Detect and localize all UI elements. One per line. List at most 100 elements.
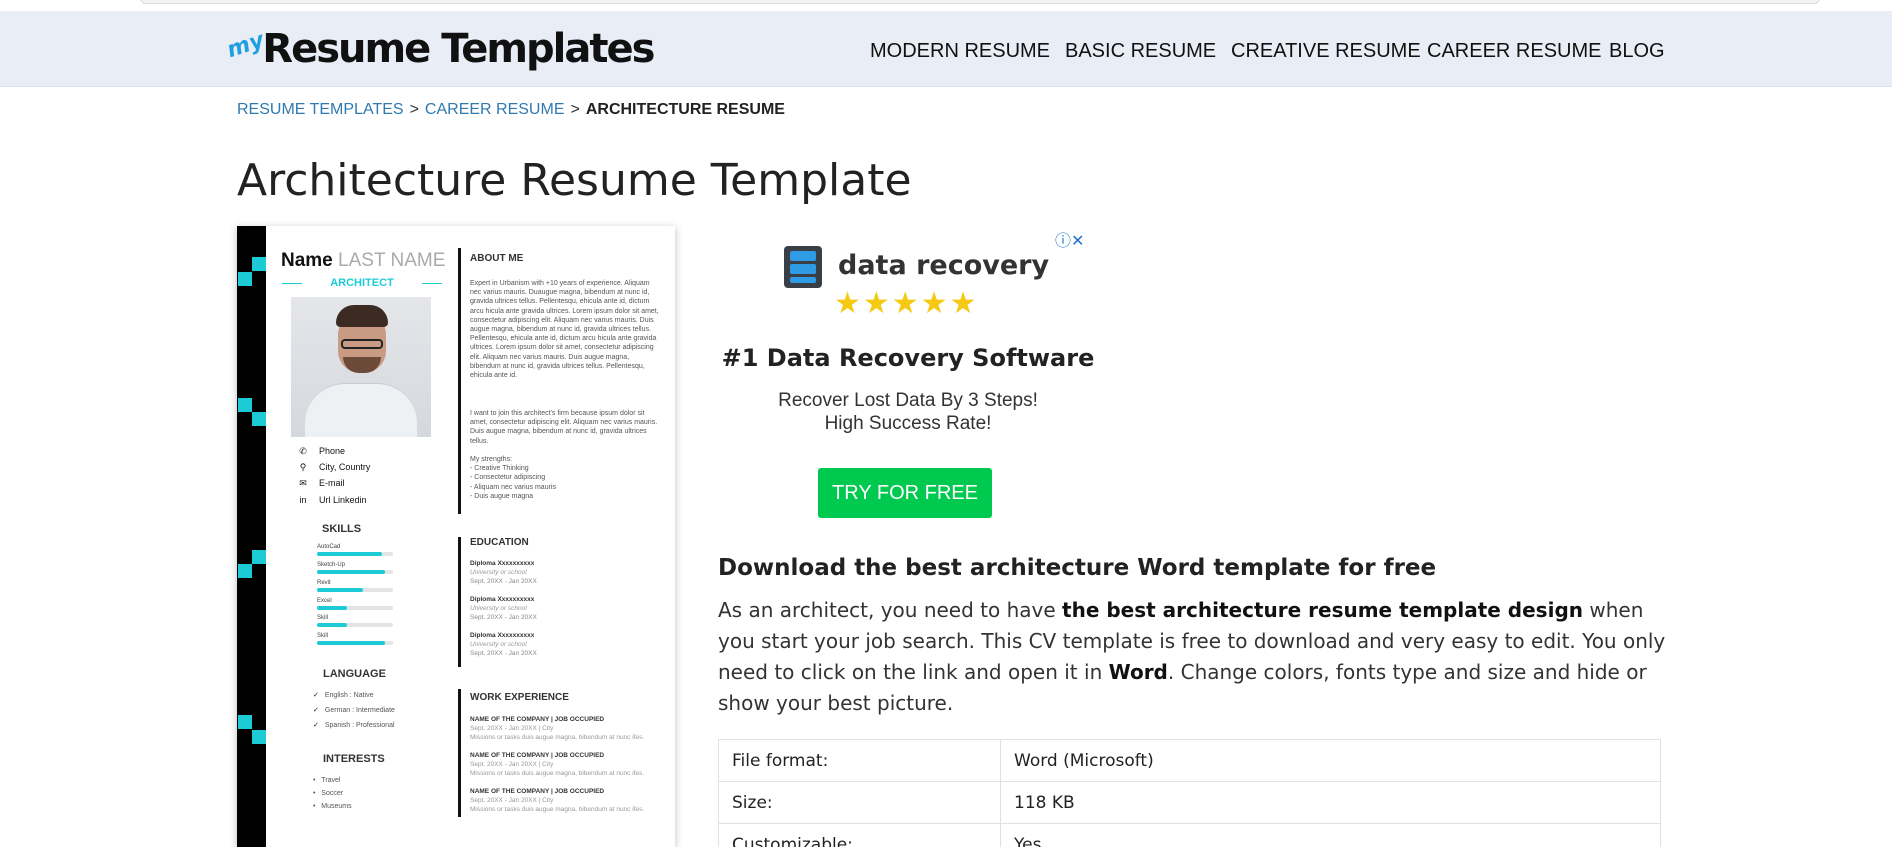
skill-fill [317,641,386,645]
edu-title: Diploma Xxxxxxxxxx [470,632,535,639]
table-value: Yes [1000,823,1661,847]
nav-career-resume[interactable]: CAREER RESUME [1427,40,1601,63]
table-row: File format: Word (Microsoft) [718,739,1661,782]
edu-title: Diploma Xxxxxxxxxx [470,596,535,603]
nav-basic-resume[interactable]: BASIC RESUME [1065,40,1216,63]
language-label: Spanish : Professional [324,722,395,729]
site-logo[interactable]: my Resume Templates [224,25,655,73]
contact-email: ✉ E-mail [297,478,344,489]
try-for-free-button[interactable]: TRY FOR FREE [818,468,992,518]
ad-subline-2: High Success Rate! [824,413,992,434]
skill-fill [317,606,348,610]
ad-brand: data recovery [838,250,1050,281]
skill-bar [317,570,393,574]
deco-square [252,550,266,564]
ad-choices-close-icon[interactable]: ⓘ✕ [1055,227,1084,251]
interest-item: • Travel [313,777,341,784]
site-header: my Resume Templates MODERN RESUME BASIC … [0,11,1892,87]
ad-banner[interactable]: data recovery ★★★★★ #1 Data Recovery Sof… [718,226,1098,526]
edu-dates: Sept. 20XX - Jan 20XX [470,614,537,621]
location-pin-icon: ⚲ [299,462,307,472]
resume-last-name: LAST NAME [338,250,446,271]
breadcrumb-career-resume[interactable]: CAREER RESUME [425,101,565,118]
work-item: NAME OF THE COMPANY | JOB OCCUPIED Sept. … [470,787,660,814]
section-divider [458,248,461,514]
description-heading: Download the best architecture Word temp… [718,555,1437,581]
language-item: ✓ English : Native [313,691,374,699]
browser-toolbar-edge [0,0,1892,11]
skill-fill [317,623,348,627]
check-icon: ✓ [313,707,319,714]
contact-label: City, Country [319,462,371,472]
nav-modern-resume[interactable]: MODERN RESUME [870,40,1050,63]
about-text-2: I want to join this architect's firm bec… [470,410,658,445]
logo-stack-bar [790,264,816,274]
star-rating-icon: ★★★★★ [834,287,979,320]
edu-school: University or school [470,569,527,576]
data-recovery-logo-icon [784,246,822,288]
edu-school: University or school [470,605,527,612]
about-heading: ABOUT ME [470,253,524,264]
photo-hair [336,305,388,327]
resume-role: ARCHITECT [282,277,442,289]
education-item: Diploma Xxxxxxxxxx University or school Se… [470,559,660,586]
edu-school: University or school [470,641,527,648]
work-desc: Missions or tasks duis augue magna, bibe… [470,806,645,813]
breadcrumb-separator: > [409,101,419,118]
contact-location: ⚲ City, Country [297,462,371,473]
desc-text: As an architect, you need to have [718,598,1063,622]
skill-bar [317,552,393,556]
nav-creative-resume[interactable]: CREATIVE RESUME [1231,40,1421,63]
phone-icon: ✆ [299,446,307,456]
logo-my: my [224,27,268,63]
language-item: ✓ Spanish : Professional [313,721,395,729]
check-icon: ✓ [313,722,319,729]
deco-square [238,398,252,412]
deco-square [252,730,266,744]
work-heading: WORK EXPERIENCE [470,692,569,703]
interest-item: • Soccer [313,790,344,797]
work-dates: Sept. 20XX - Jan 20XX | City [470,797,554,804]
breadcrumb-resume-templates[interactable]: RESUME TEMPLATES [237,101,404,118]
logo-text: Resume Templates [262,26,655,72]
interest-label: Museums [321,803,352,810]
skill-name: Skill [317,615,329,621]
interest-item: • Museums [313,803,352,810]
work-title: NAME OF THE COMPANY | JOB OCCUPIED [470,752,605,759]
edu-dates: Sept. 20XX - Jan 20XX [470,578,537,585]
skill-row: AutoCad [317,544,393,556]
description-paragraph: As an architect, you need to have the be… [718,595,1668,719]
education-item: Diploma Xxxxxxxxxx University or school Se… [470,595,660,622]
skill-name: Excel [317,598,332,604]
table-key: Customizable: [718,823,1001,847]
deco-square [238,564,252,578]
nav-blog[interactable]: BLOG [1609,40,1665,63]
education-heading: EDUCATION [470,537,529,548]
skill-name: Sketch-Up [317,562,346,568]
section-divider [458,689,461,817]
mail-icon: ✉ [299,478,307,488]
language-label: English : Native [324,692,374,699]
address-bar-edge [140,0,1820,4]
strength-item: - Aliquam nec varius mauris [470,483,556,491]
edu-dates: Sept. 20XX - Jan 20XX [470,650,537,657]
resume-preview-image[interactable]: Name LAST NAME ARCHITECT ✆ Phone ⚲ City, C… [237,226,675,847]
language-label: German : Intermediate [324,707,395,714]
skill-fill [317,588,363,592]
skill-bar [317,606,393,610]
table-row: Size: 118 KB [718,781,1661,824]
desc-bold: Word [1108,660,1168,684]
contact-label: Phone [319,446,346,456]
contact-linkedin: in Url Linkedin [297,495,366,505]
work-title: NAME OF THE COMPANY | JOB OCCUPIED [470,716,605,723]
resume-photo [291,297,431,437]
language-item: ✓ German : Intermediate [313,706,395,714]
interests-heading: INTERESTS [323,753,385,765]
skill-row: Skill [317,633,393,645]
skill-row: Sketch-Up [317,562,393,574]
skill-bar [317,623,393,627]
work-dates: Sept. 20XX - Jan 20XX | City [470,761,554,768]
resume-first-name: Name [281,250,333,271]
strength-item: - Duis augue magna [470,492,534,500]
breadcrumb-current: ARCHITECTURE RESUME [585,101,785,118]
